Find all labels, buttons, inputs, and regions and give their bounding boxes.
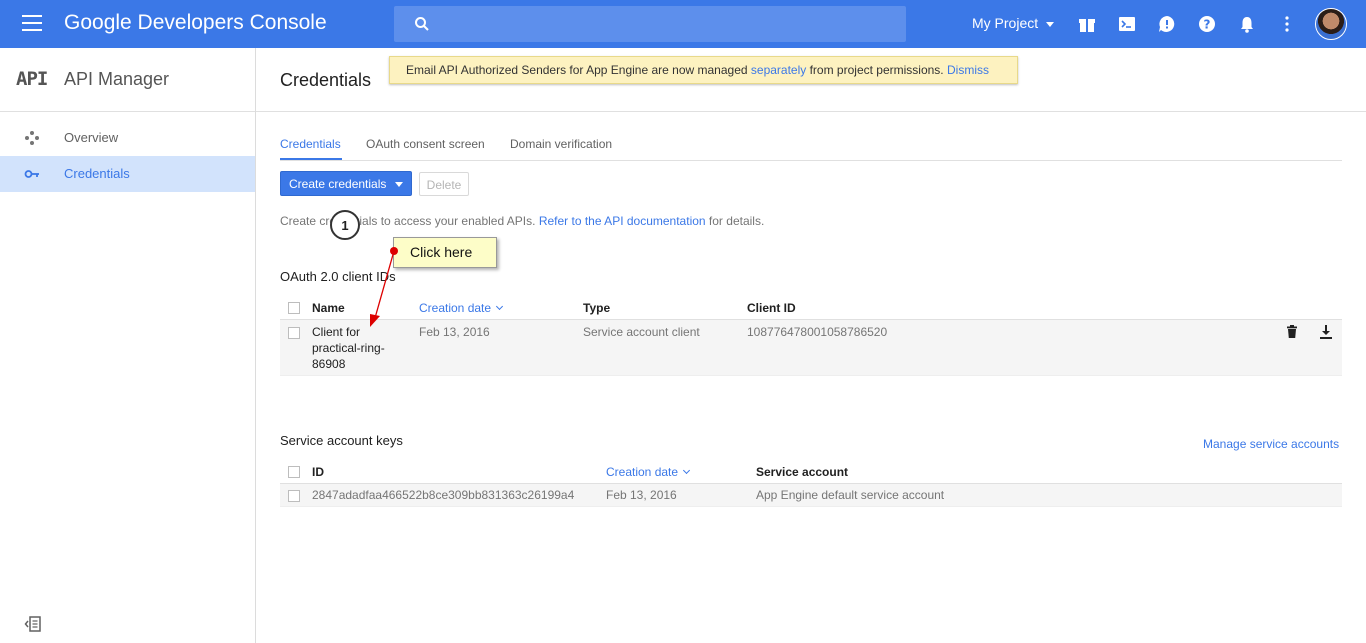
notice-text-after: from project permissions.: [806, 63, 947, 77]
svg-text:?: ?: [1204, 18, 1211, 32]
search-input[interactable]: [442, 6, 892, 42]
collapse-sidebar-icon[interactable]: [24, 615, 42, 633]
tab-domain-verification[interactable]: Domain verification: [510, 137, 612, 151]
column-name[interactable]: Name: [312, 301, 345, 315]
creation-date: Feb 13, 2016: [419, 325, 490, 339]
key-icon: [24, 170, 39, 178]
dismiss-link[interactable]: Dismiss: [947, 63, 989, 77]
tab-oauth-consent-screen[interactable]: OAuth consent screen: [366, 137, 485, 151]
project-selector[interactable]: My Project: [972, 15, 1055, 31]
row-checkbox[interactable]: [288, 327, 300, 339]
manage-service-accounts-link[interactable]: Manage service accounts: [1203, 437, 1339, 451]
column-creation-date-label: Creation date: [419, 301, 492, 315]
row-checkbox[interactable]: [288, 490, 300, 502]
chevron-down-icon: [395, 182, 403, 187]
column-id[interactable]: ID: [312, 465, 324, 479]
notice-link[interactable]: separately: [751, 63, 806, 77]
help-icon[interactable]: ?: [1197, 14, 1217, 34]
search-icon[interactable]: [414, 16, 430, 32]
overview-icon: [25, 131, 39, 145]
table-header: ID Creation date Service account: [280, 460, 1342, 484]
page-header: Credentials Email API Authorized Senders…: [256, 48, 1366, 112]
sort-chevron-icon: [683, 466, 691, 475]
sidebar-item-label: Overview: [64, 130, 119, 145]
sort-chevron-icon: [496, 302, 504, 311]
column-client-id[interactable]: Client ID: [747, 301, 796, 315]
service-account: App Engine default service account: [756, 488, 945, 502]
notifications-icon[interactable]: [1237, 14, 1257, 34]
tab-credentials[interactable]: Credentials: [280, 137, 341, 151]
feedback-icon[interactable]: [1157, 14, 1177, 34]
service-keys-table: ID Creation date Service account 2847ada…: [280, 460, 1342, 507]
creation-date: Feb 13, 2016: [606, 488, 677, 502]
delete-icon[interactable]: [1284, 324, 1300, 340]
create-credentials-button[interactable]: Create credentials: [280, 171, 412, 196]
page-title: Credentials: [280, 70, 372, 90]
client-name-link[interactable]: Client for practical-ring-86908: [312, 324, 402, 372]
table-row[interactable]: 2847adadfaa466522b8ce309bb831363c26199a4…: [280, 484, 1342, 507]
chevron-down-icon: [1046, 21, 1055, 27]
notice-text: Email API Authorized Senders for App Eng…: [406, 63, 751, 77]
sidebar-title: API Manager: [64, 69, 170, 89]
cloud-shell-icon[interactable]: [1117, 14, 1137, 34]
tab-bar: Credentials OAuth consent screen Domain …: [280, 130, 1342, 161]
description-text-after: for details.: [705, 214, 765, 228]
select-all-checkbox[interactable]: [288, 466, 300, 478]
select-all-checkbox[interactable]: [288, 302, 300, 314]
step-number-badge: 1: [330, 210, 360, 240]
service-keys-section-title: Service account keys: [280, 433, 403, 448]
create-credentials-label: Create credentials: [289, 177, 387, 191]
column-creation-date[interactable]: Creation date: [606, 465, 691, 479]
table-row[interactable]: Client for practical-ring-86908 Feb 13, …: [280, 320, 1342, 376]
column-creation-date[interactable]: Creation date: [419, 301, 504, 315]
sidebar-header: API API Manager: [0, 48, 255, 112]
search-box[interactable]: [394, 6, 906, 42]
gift-icon[interactable]: [1077, 14, 1097, 34]
project-name: My Project: [972, 15, 1039, 31]
sidebar: API API Manager Overview Credentials: [0, 48, 256, 643]
oauth-section-title: OAuth 2.0 client IDs: [280, 269, 396, 284]
callout-box: Click here: [393, 237, 497, 268]
sidebar-item-label: Credentials: [64, 166, 130, 181]
delete-button: Delete: [419, 172, 469, 196]
menu-icon[interactable]: [22, 15, 42, 33]
active-tab-indicator: [280, 158, 342, 160]
sidebar-item-credentials[interactable]: Credentials: [0, 156, 255, 192]
client-type: Service account client: [583, 325, 700, 339]
key-id: 2847adadfaa466522b8ce309bb831363c26199a4: [312, 488, 575, 502]
column-creation-date-label: Creation date: [606, 465, 679, 479]
description-text: Create credentials to access your enable…: [280, 214, 539, 228]
api-logo: API: [16, 68, 48, 90]
api-docs-link[interactable]: Refer to the API documentation: [539, 214, 706, 228]
more-vert-icon[interactable]: [1277, 14, 1297, 34]
column-type[interactable]: Type: [583, 301, 610, 315]
top-app-bar: Google Developers Console My Project ?: [0, 0, 1366, 48]
avatar[interactable]: [1315, 8, 1347, 40]
main-content: Credentials Email API Authorized Senders…: [256, 48, 1366, 643]
client-id: 108776478001058786520: [747, 325, 888, 339]
notice-banner: Email API Authorized Senders for App Eng…: [389, 56, 1018, 84]
table-header: Name Creation date Type Client ID: [280, 296, 1342, 320]
oauth-table: Name Creation date Type Client ID Client…: [280, 296, 1342, 376]
sidebar-item-overview[interactable]: Overview: [0, 120, 255, 156]
app-title[interactable]: Google Developers Console: [64, 11, 327, 35]
download-icon[interactable]: [1318, 324, 1334, 340]
column-service-account[interactable]: Service account: [756, 465, 848, 479]
